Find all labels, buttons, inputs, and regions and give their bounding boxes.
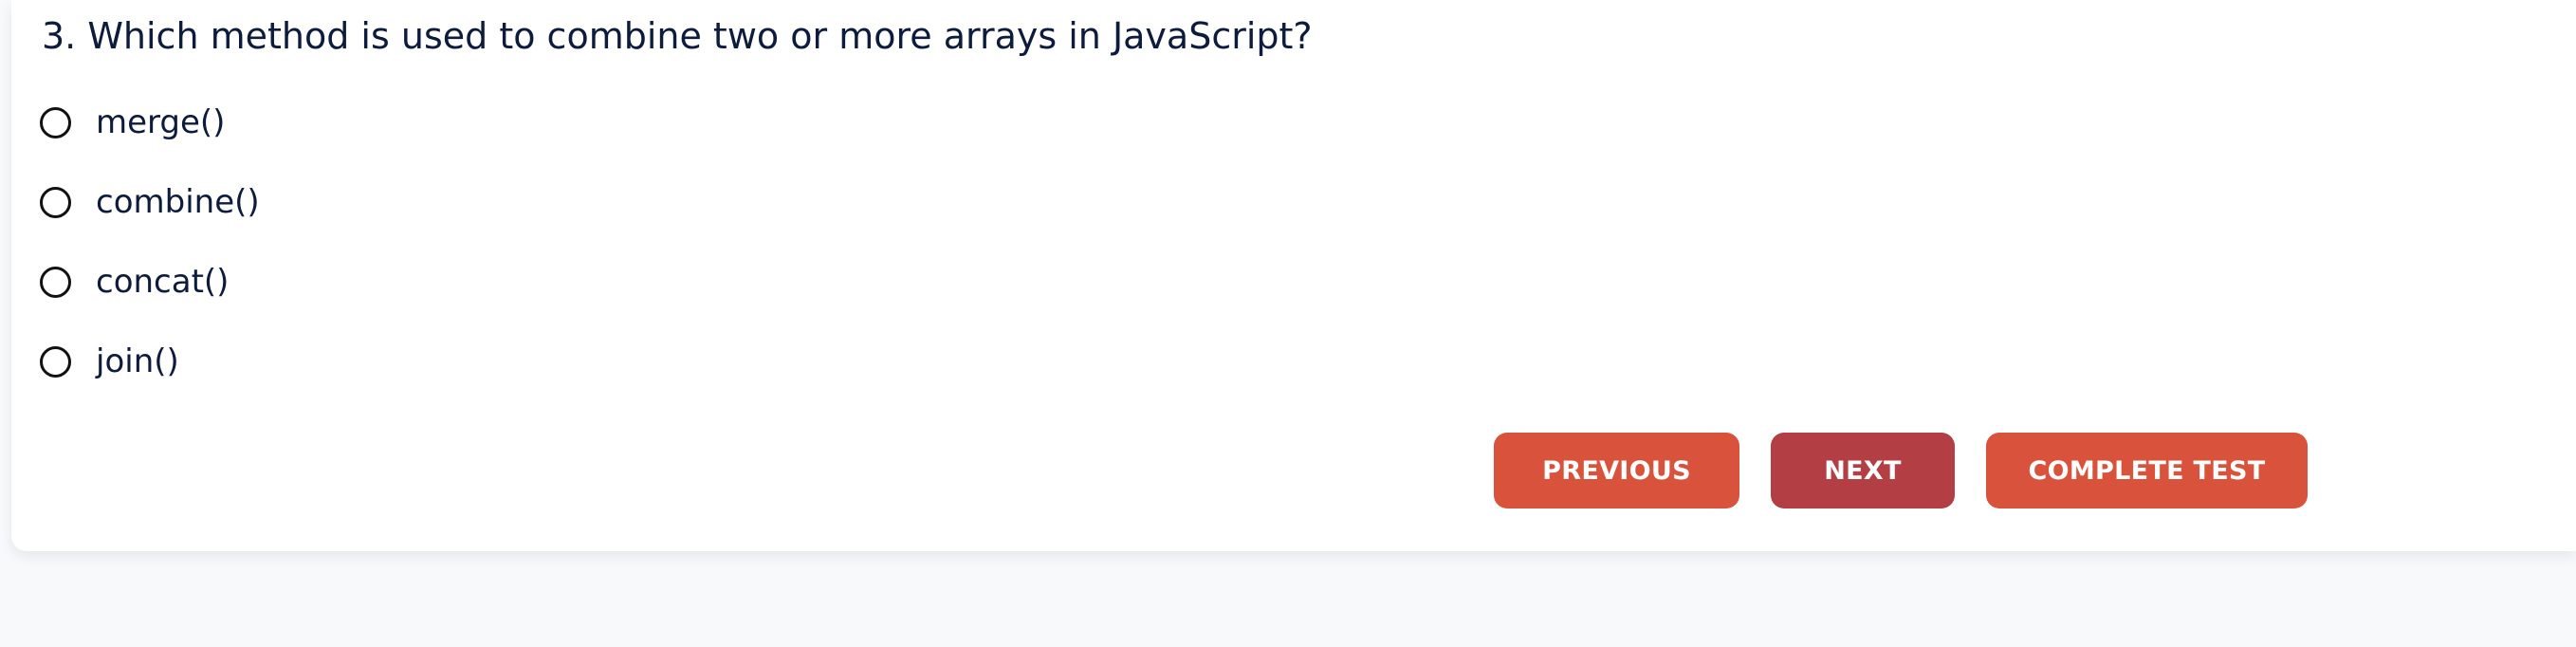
- radio-button[interactable]: [40, 186, 71, 218]
- option-label: concat(): [96, 263, 230, 301]
- option-combine[interactable]: combine(): [40, 176, 260, 229]
- option-join[interactable]: join(): [40, 335, 179, 388]
- question-title: 3. Which method is used to combine two o…: [42, 15, 1313, 57]
- option-label: join(): [96, 342, 179, 380]
- radio-button[interactable]: [40, 266, 71, 298]
- complete-test-button[interactable]: COMPLETE TEST: [1986, 433, 2308, 508]
- option-merge[interactable]: merge(): [40, 96, 225, 149]
- option-label: combine(): [96, 183, 260, 221]
- radio-button[interactable]: [40, 106, 71, 139]
- question-card: 3. Which method is used to combine two o…: [11, 0, 2576, 551]
- previous-button[interactable]: PREVIOUS: [1494, 433, 1739, 508]
- radio-button[interactable]: [40, 345, 71, 378]
- option-concat[interactable]: concat(): [40, 255, 229, 308]
- next-button[interactable]: NEXT: [1771, 433, 1955, 508]
- option-label: merge(): [96, 103, 226, 141]
